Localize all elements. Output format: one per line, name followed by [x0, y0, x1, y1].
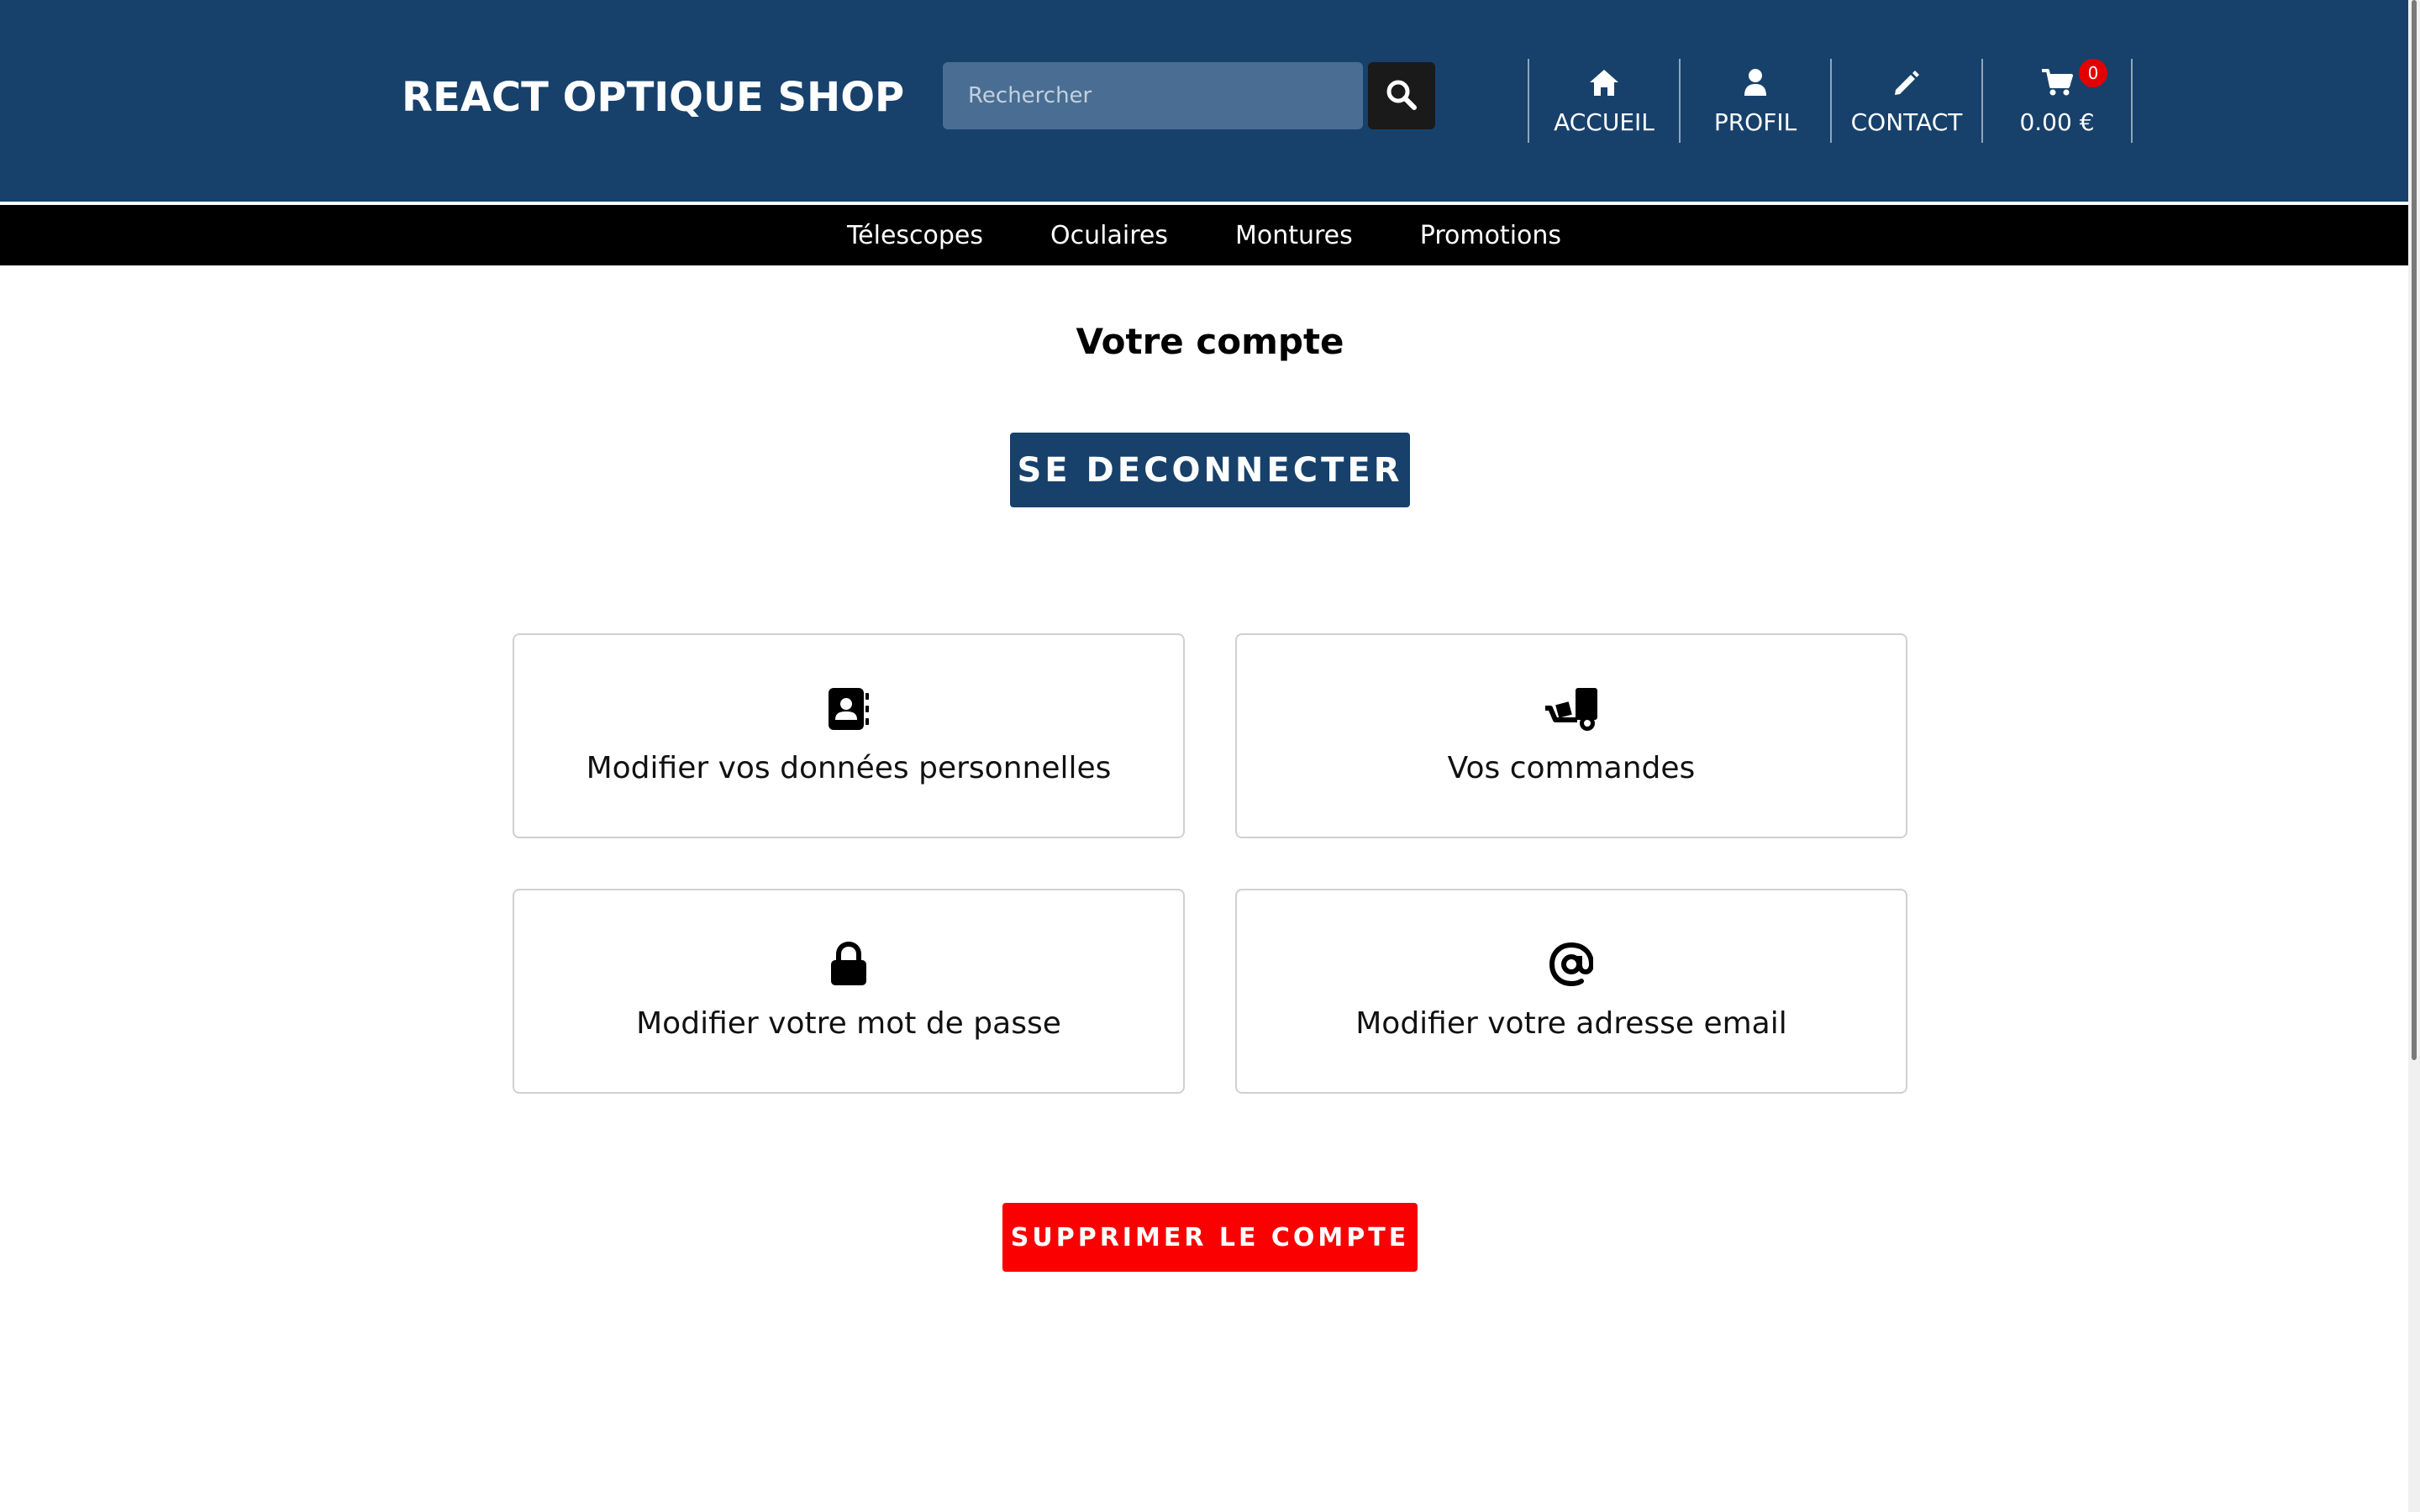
pencil-icon	[1892, 66, 1921, 97]
change-password-card[interactable]: Modifier votre mot de passe	[513, 889, 1185, 1094]
dolly-icon	[1544, 685, 1599, 732]
category-oculaires[interactable]: Oculaires	[1050, 221, 1168, 250]
search-icon	[1385, 78, 1418, 114]
change-password-label: Modifier votre mot de passe	[636, 1006, 1061, 1041]
nav-home[interactable]: ACCUEIL	[1528, 59, 1679, 143]
scrollbar-thumb[interactable]	[2412, 0, 2417, 1060]
nav-profile-label: PROFIL	[1713, 108, 1797, 136]
search-button[interactable]	[1368, 62, 1435, 129]
header-nav: ACCUEIL PROFIL CONTACT 0.00 € 0	[1528, 59, 2133, 143]
orders-card[interactable]: Vos commandes	[1235, 633, 1907, 838]
at-icon	[1549, 941, 1593, 988]
edit-personal-data-label: Modifier vos données personnelles	[586, 751, 1112, 785]
home-icon	[1588, 66, 1620, 97]
category-montures[interactable]: Montures	[1235, 221, 1353, 250]
nav-contact-label: CONTACT	[1850, 108, 1963, 136]
cart-total: 0.00 €	[2019, 108, 2095, 136]
nav-contact[interactable]: CONTACT	[1830, 59, 1981, 143]
site-header: REACT OPTIQUE SHOP ACCUEIL	[0, 0, 2408, 202]
category-promotions[interactable]: Promotions	[1420, 221, 1561, 250]
edit-personal-data-card[interactable]: Modifier vos données personnelles	[513, 633, 1185, 838]
change-email-label: Modifier votre adresse email	[1355, 1006, 1787, 1041]
user-icon	[1743, 66, 1768, 97]
change-email-card[interactable]: Modifier votre adresse email	[1235, 889, 1907, 1094]
logout-button[interactable]: SE DECONNECTER	[1010, 433, 1410, 507]
category-telescopes[interactable]: Télescopes	[847, 221, 983, 250]
site-logo[interactable]: REACT OPTIQUE SHOP	[402, 74, 904, 121]
page-title: Votre compte	[1076, 321, 1344, 362]
nav-home-label: ACCUEIL	[1554, 108, 1655, 136]
nav-cart[interactable]: 0.00 € 0	[1981, 59, 2133, 143]
address-book-icon	[827, 685, 871, 732]
lock-icon	[829, 941, 868, 988]
nav-profile[interactable]: PROFIL	[1679, 59, 1830, 143]
orders-label: Vos commandes	[1447, 751, 1696, 785]
cart-icon	[2041, 66, 2073, 97]
delete-account-button[interactable]: SUPPRIMER LE COMPTE	[1002, 1203, 1418, 1272]
category-nav: Télescopes Oculaires Montures Promotions	[0, 205, 2408, 265]
cart-count-badge: 0	[2079, 59, 2107, 87]
search-input[interactable]	[943, 62, 1363, 129]
